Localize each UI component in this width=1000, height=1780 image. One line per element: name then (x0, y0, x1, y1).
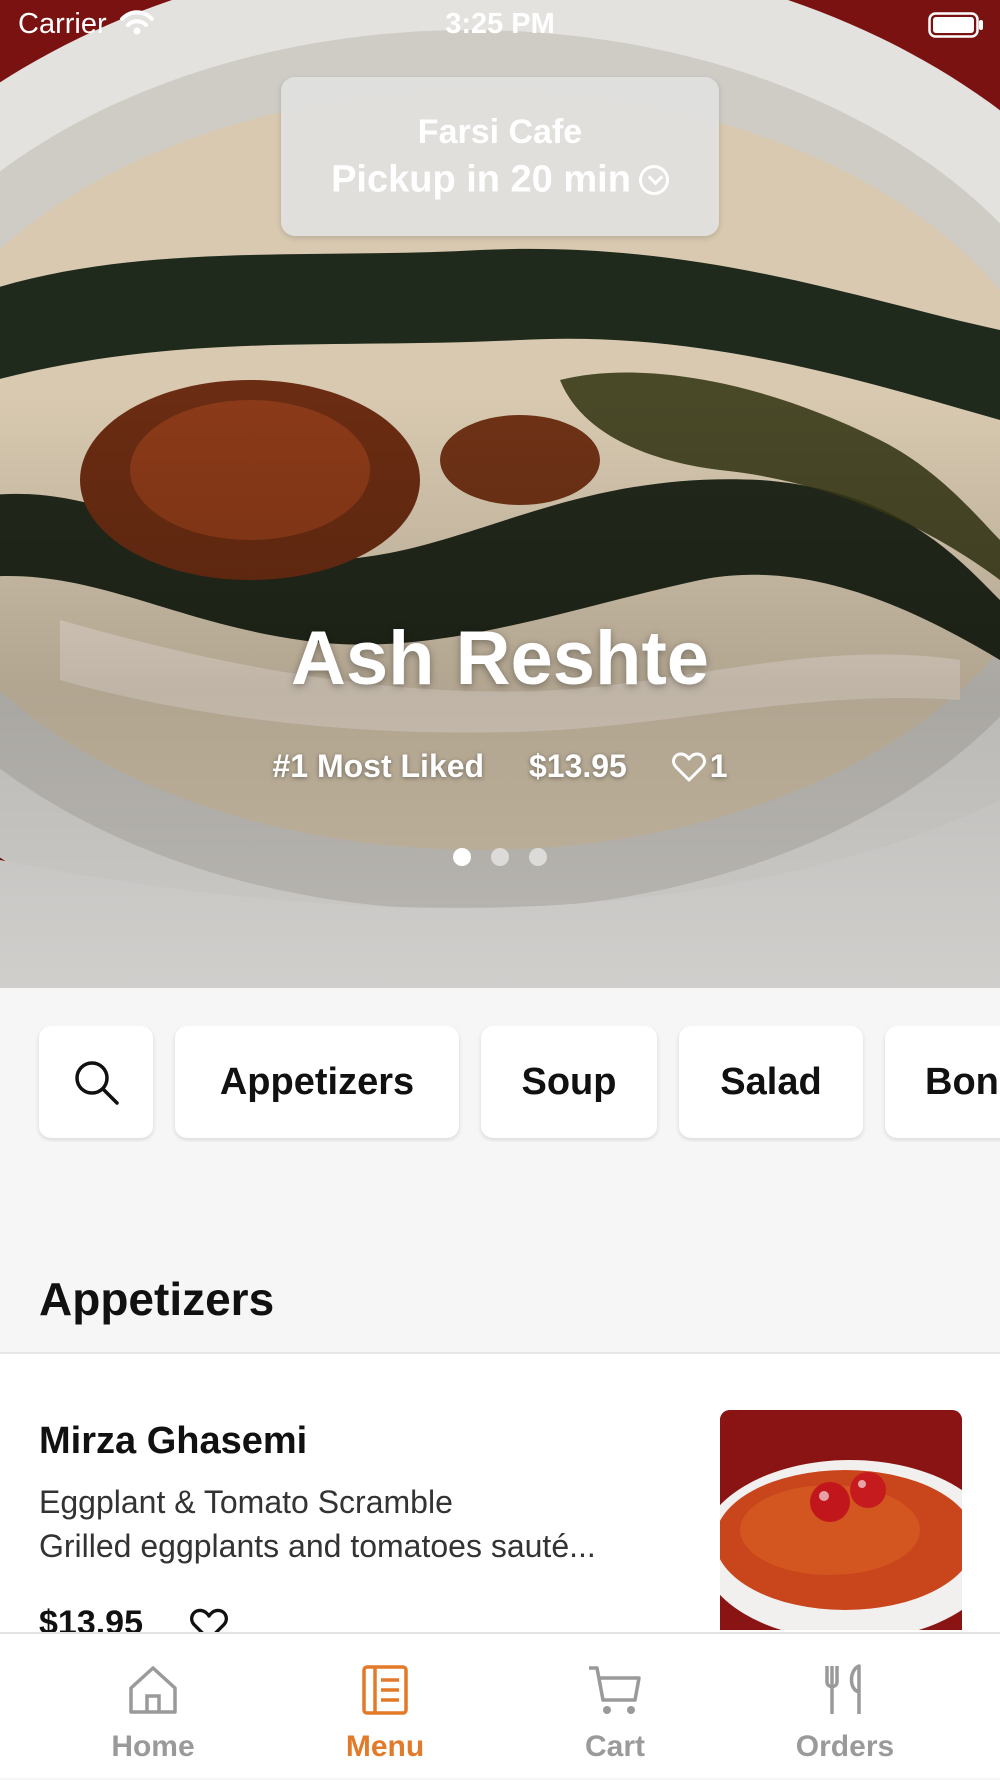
heart-icon (671, 752, 706, 782)
tab-orders[interactable]: Orders (730, 1634, 960, 1780)
store-name: Farsi Cafe (417, 113, 583, 151)
featured-dish-name: Ash Reshte (290, 616, 710, 701)
tab-bar: Home Menu Cart Orders (0, 1632, 1000, 1778)
search-icon (75, 1061, 119, 1105)
search-button[interactable] (39, 1026, 153, 1138)
featured-price: $13.95 (528, 748, 627, 784)
tab-cart-label: Cart (584, 1730, 645, 1763)
pickup-eta: Pickup in 20 min (331, 158, 631, 201)
carousel-page-indicator[interactable] (0, 848, 1000, 871)
menu-item-name: Mirza Ghasemi (39, 1420, 308, 1462)
battery-icon (928, 12, 983, 38)
status-time: 3:25 PM (445, 8, 555, 40)
featured-dish-meta: #1 Most Liked $13.95 1 (0, 748, 1000, 785)
heart-icon[interactable] (190, 1608, 228, 1632)
pickup-eta-row: Pickup in 20 min (281, 157, 719, 201)
tab-home[interactable]: Home (38, 1634, 268, 1780)
menu-item-description: Eggplant & Tomato Scramble Grilled eggpl… (39, 1484, 596, 1564)
dish-image (720, 1410, 962, 1630)
status-bar: Carrier 3:25 PM (0, 0, 1000, 50)
menu-icon (362, 1665, 408, 1715)
featured-hero[interactable]: Carrier 3:25 PM Farsi Cafe Pickup in 20 … (0, 0, 1000, 988)
category-chips: Appetizers Soup Salad Bon (0, 1026, 1000, 1142)
featured-rank: #1 Most Liked (272, 748, 485, 784)
featured-likes-count: 1 (709, 748, 728, 784)
category-chip-salad[interactable]: Salad (679, 1026, 863, 1138)
section-title: Appetizers (39, 1273, 275, 1325)
chevron-down-icon (638, 164, 669, 195)
menu-list: Mirza Ghasemi Eggplant & Tomato Scramble… (0, 1354, 1000, 1632)
category-chip-bon[interactable]: Bon (885, 1026, 1000, 1138)
tab-home-label: Home (111, 1730, 195, 1763)
page-dot[interactable] (491, 848, 509, 866)
tab-menu-label: Menu (345, 1730, 425, 1763)
cart-icon (589, 1666, 641, 1714)
tab-cart[interactable]: Cart (500, 1634, 730, 1780)
tab-orders-label: Orders (795, 1730, 895, 1763)
home-icon (129, 1666, 177, 1714)
page-dot[interactable] (453, 848, 471, 866)
utensils-icon (825, 1664, 861, 1714)
menu-item[interactable]: Mirza Ghasemi Eggplant & Tomato Scramble… (0, 1354, 1000, 1632)
category-chip-soup[interactable]: Soup (481, 1026, 657, 1138)
page-dot[interactable] (529, 848, 547, 866)
menu-item-price: $13.95 (39, 1604, 143, 1632)
featured-likes[interactable]: 1 (671, 748, 728, 784)
tab-menu[interactable]: Menu (270, 1634, 500, 1780)
menu-item-photo (720, 1410, 962, 1630)
pickup-selector[interactable]: Farsi Cafe Pickup in 20 min (281, 77, 719, 236)
category-chip-appetizers[interactable]: Appetizers (175, 1026, 459, 1138)
